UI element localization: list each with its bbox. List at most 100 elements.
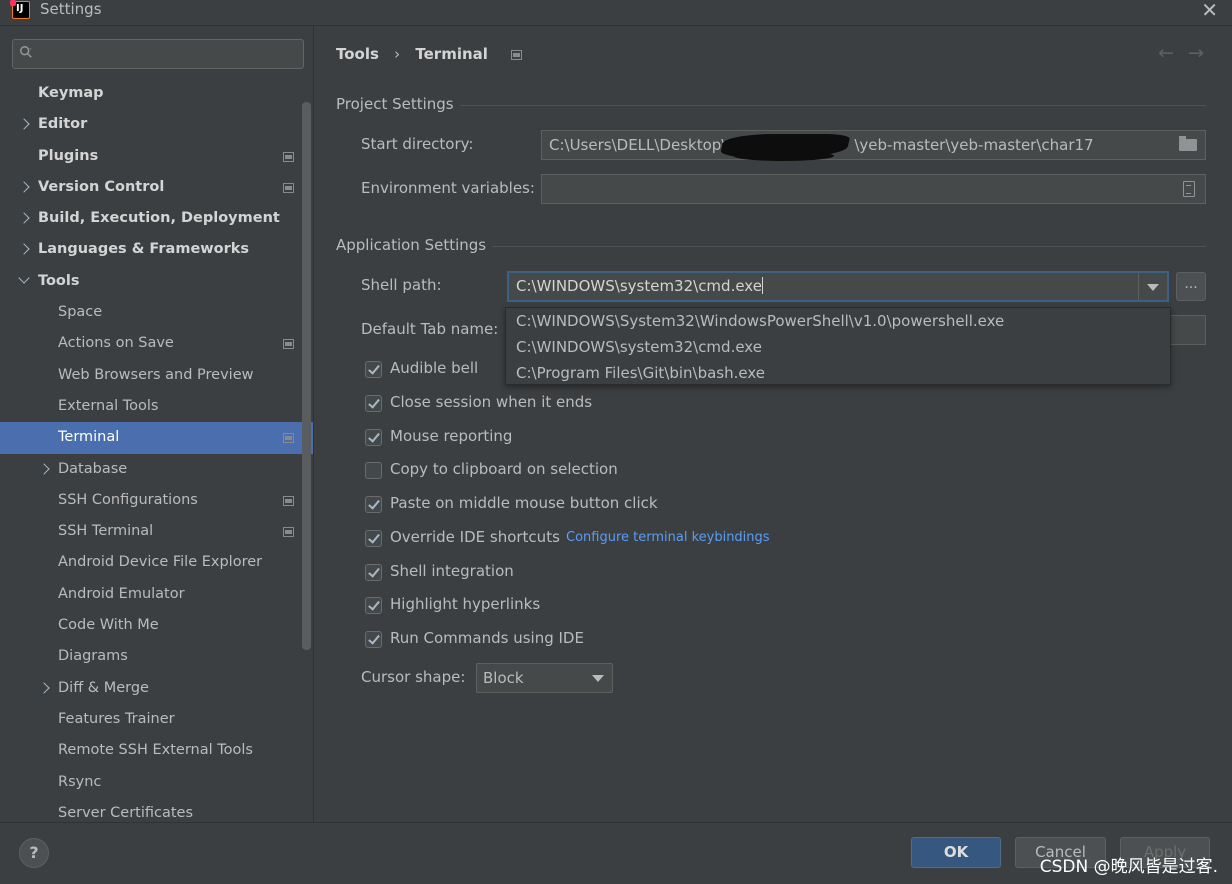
chevron-right-icon[interactable] [18, 118, 30, 130]
environment-variables-field[interactable] [541, 174, 1206, 204]
shell-option-bash[interactable]: C:\Program Files\Git\bin\bash.exe [506, 360, 1170, 386]
sidebar-item-label: Keymap [38, 85, 104, 101]
sidebar-item-ssh-terminal[interactable]: SSH Terminal [0, 516, 313, 547]
help-button[interactable]: ? [19, 838, 49, 868]
sidebar-item-version-control[interactable]: Version Control [0, 172, 313, 203]
project-level-icon [283, 182, 294, 193]
ok-button[interactable]: OK [911, 837, 1001, 868]
checkbox-label: Override IDE shortcuts [390, 528, 560, 546]
chevron-right-icon[interactable] [38, 681, 50, 694]
sidebar-item-label: Rsync [58, 773, 102, 790]
checkbox-label: Shell integration [390, 562, 514, 580]
checkbox-checked-icon[interactable] [365, 361, 382, 378]
folder-open-icon[interactable] [1179, 136, 1197, 151]
configure-keybindings-link[interactable]: Configure terminal keybindings [566, 530, 770, 545]
sidebar-item-label: Terminal [58, 429, 120, 446]
settings-content: Tools › Terminal ←→ Project Settings Sta… [315, 26, 1232, 822]
breadcrumb-current: Terminal [415, 45, 488, 63]
sidebar-item-web-browsers-and-preview[interactable]: Web Browsers and Preview [0, 360, 313, 391]
sidebar-item-tools[interactable]: Tools [0, 266, 313, 297]
sidebar-item-label: Tools [38, 272, 80, 289]
sidebar-item-plugins[interactable]: Plugins [0, 141, 313, 172]
shell-path-value: C:\WINDOWS\system32\cmd.exe [516, 277, 762, 295]
sidebar-item-editor[interactable]: Editor [0, 109, 313, 140]
sidebar-item-label: Features Trainer [58, 710, 175, 727]
sidebar-item-build-execution-deployment[interactable]: Build, Execution, Deployment [0, 203, 313, 234]
start-directory-field[interactable]: C:\Users\DELL\Desktop\ \yeb-master\yeb-ma… [541, 130, 1206, 160]
sidebar-item-space[interactable]: Space [0, 297, 313, 328]
sidebar-item-code-with-me[interactable]: Code With Me [0, 610, 313, 641]
sidebar-item-server-certificates[interactable]: Server Certificates [0, 798, 313, 822]
sidebar-item-keymap[interactable]: Keymap [0, 78, 313, 109]
chevron-down-icon[interactable] [1147, 284, 1159, 291]
sidebar-item-languages-frameworks[interactable]: Languages & Frameworks [0, 234, 313, 265]
checkbox-checked-icon[interactable] [365, 395, 382, 412]
sidebar-item-ssh-configurations[interactable]: SSH Configurations [0, 485, 313, 516]
sidebar-item-features-trainer[interactable]: Features Trainer [0, 704, 313, 735]
sidebar-item-label: Build, Execution, Deployment [38, 210, 280, 227]
text-cursor [761, 277, 763, 294]
sidebar-item-database[interactable]: Database [0, 454, 313, 485]
sidebar-item-diff-merge[interactable]: Diff & Merge [0, 673, 313, 704]
chevron-right-icon[interactable] [38, 462, 50, 475]
checkbox-label: Close session when it ends [390, 393, 593, 411]
breadcrumb-parent[interactable]: Tools [336, 45, 379, 63]
project-level-icon [283, 495, 294, 506]
shell-path-dropdown-list: C:\WINDOWS\System32\WindowsPowerShell\v1… [505, 307, 1171, 385]
checkbox-checked-icon[interactable] [365, 530, 382, 547]
sidebar-item-external-tools[interactable]: External Tools [0, 391, 313, 422]
sidebar-item-label: SSH Configurations [58, 491, 198, 508]
shell-option-cmd[interactable]: C:\WINDOWS\system32\cmd.exe [506, 334, 1170, 360]
checkbox-checked-icon[interactable] [365, 496, 382, 513]
checkbox-label: Paste on middle mouse button click [390, 494, 658, 512]
default-tab-name-label: Default Tab name: [361, 320, 499, 338]
checkbox-unchecked-icon[interactable] [365, 462, 382, 479]
combobox-divider [1138, 273, 1139, 300]
sidebar-item-actions-on-save[interactable]: Actions on Save [0, 328, 313, 359]
sidebar-item-remote-ssh-external-tools[interactable]: Remote SSH External Tools [0, 735, 313, 766]
sidebar-item-label: Web Browsers and Preview [58, 366, 254, 383]
edit-variables-icon[interactable] [1183, 181, 1195, 197]
sidebar-item-rsync[interactable]: Rsync [0, 767, 313, 798]
close-icon[interactable]: ✕ [1201, 0, 1218, 22]
sidebar-scrollbar[interactable] [302, 102, 311, 650]
chevron-down-icon[interactable] [18, 272, 30, 284]
dialog-footer: ? OK Cancel Apply CSDN @晚风皆是过客. [0, 822, 1232, 884]
chevron-right-icon[interactable] [18, 243, 30, 256]
history-navigation: ←→ [1158, 42, 1218, 64]
search-icon [20, 46, 32, 58]
cursor-shape-label: Cursor shape: [361, 668, 466, 686]
sidebar-item-label: External Tools [58, 397, 159, 414]
chevron-right-icon[interactable] [18, 212, 30, 224]
settings-search-input[interactable] [12, 39, 304, 69]
checkbox-checked-icon[interactable] [365, 597, 382, 614]
checkbox-checked-icon[interactable] [365, 631, 382, 648]
sidebar-item-android-emulator[interactable]: Android Emulator [0, 579, 313, 610]
back-arrow-icon[interactable]: ← [1158, 42, 1188, 64]
checkbox-checked-icon[interactable] [365, 564, 382, 581]
sidebar-item-label: Code With Me [58, 617, 159, 634]
checkbox-label: Highlight hyperlinks [390, 595, 541, 613]
shell-path-combobox[interactable]: C:\WINDOWS\system32\cmd.exe [507, 271, 1169, 302]
chevron-right-icon[interactable] [18, 181, 30, 193]
sidebar-item-diagrams[interactable]: Diagrams [0, 641, 313, 672]
environment-variables-label: Environment variables: [361, 179, 535, 197]
start-directory-value-prefix: C:\Users\DELL\Desktop\ [549, 136, 727, 154]
start-directory-value-suffix: \yeb-master\yeb-master\char17 [854, 136, 1094, 154]
start-directory-label: Start directory: [361, 135, 474, 153]
cursor-shape-select[interactable]: Block [476, 663, 613, 693]
window-title: Settings [40, 0, 102, 18]
sidebar-item-label: Actions on Save [58, 335, 174, 352]
checkbox-checked-icon[interactable] [365, 429, 382, 446]
checkbox-label: Audible bell [390, 359, 479, 377]
forward-arrow-icon[interactable]: → [1188, 42, 1218, 64]
checkbox-label: Run Commands using IDE [390, 629, 584, 647]
browse-shell-button[interactable]: ... [1176, 272, 1206, 301]
sidebar-item-android-device-file-explorer[interactable]: Android Device File Explorer [0, 547, 313, 578]
sidebar-item-label: Languages & Frameworks [38, 241, 250, 258]
chevron-down-icon [592, 675, 604, 682]
sidebar-item-label: Android Device File Explorer [58, 554, 263, 571]
sidebar-item-terminal[interactable]: Terminal [0, 422, 313, 454]
shell-option-powershell[interactable]: C:\WINDOWS\System32\WindowsPowerShell\v1… [506, 308, 1170, 334]
checkbox-label: Mouse reporting [390, 427, 513, 445]
